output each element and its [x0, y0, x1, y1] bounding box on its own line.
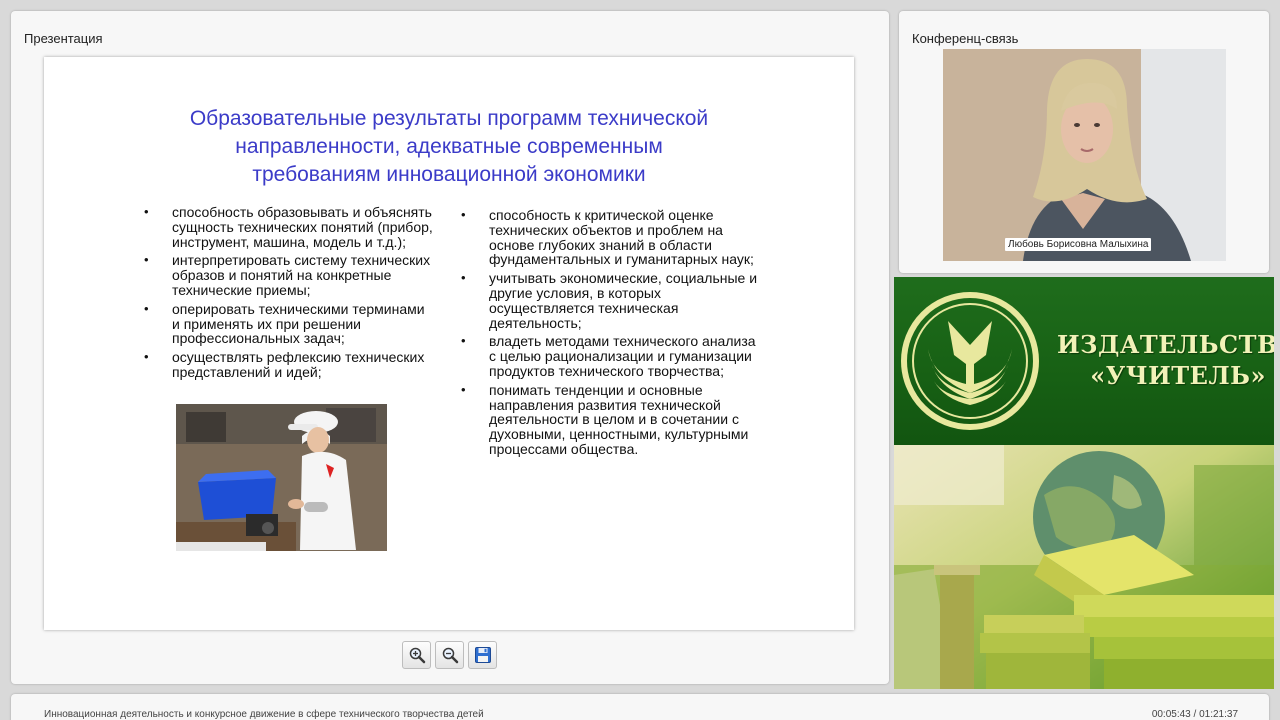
bullet-item: владеть методами технического анализа с …: [461, 334, 761, 379]
save-button[interactable]: [468, 641, 497, 669]
bullet-item: интерпретировать систему технических обр…: [144, 253, 434, 298]
speaker-name-label: Любовь Борисовна Малыхина: [1005, 238, 1152, 251]
slide: Образовательные результаты программ техн…: [44, 57, 854, 630]
presentation-panel-title: Презентация: [24, 31, 103, 46]
slide-title-line: требованиям инновационной экономики: [252, 163, 646, 186]
slide-title-line: направленности, адекватные современным: [235, 135, 663, 158]
bullet-item: учитывать экономические, социальные и др…: [461, 271, 761, 330]
publisher-header: ИЗДАТЕЛЬСТВО «УЧИТЕЛЬ»: [894, 277, 1274, 445]
bullet-item: осуществлять рефлексию технических предс…: [144, 350, 434, 380]
floppy-disk-icon: [474, 647, 491, 663]
conference-panel: Конференц-связь Любовь Борисовна Малыхин…: [899, 11, 1269, 273]
publisher-books-image: [894, 445, 1274, 689]
slide-right-bullets: способность к критической оценке техниче…: [461, 208, 761, 461]
slide-photo-student-robotics: [176, 404, 387, 551]
bullet-item: оперировать техническими терминами и при…: [144, 301, 434, 346]
publisher-name-line2: «УЧИТЕЛЬ»: [1090, 361, 1266, 390]
presentation-toolbar: [402, 641, 497, 669]
zoom-out-button[interactable]: [435, 641, 464, 669]
publisher-name-line1: ИЗДАТЕЛЬСТВО: [1057, 330, 1274, 359]
zoom-in-button[interactable]: [402, 641, 431, 669]
publisher-banner: ИЗДАТЕЛЬСТВО «УЧИТЕЛЬ»: [894, 277, 1274, 689]
publisher-name: ИЗДАТЕЛЬСТВО «УЧИТЕЛЬ»: [1057, 329, 1274, 391]
zoom-out-icon: [442, 647, 458, 664]
bullet-item: способность к критической оценке техниче…: [461, 208, 761, 267]
playback-time: 00:05:43 / 01:21:37: [1151, 709, 1238, 720]
publisher-logo-icon: [901, 292, 1039, 430]
bullet-item: способность образовывать и объяснять сущ…: [144, 205, 434, 250]
player-status-bar: Инновационная деятельность и конкурсное …: [11, 694, 1269, 720]
conference-panel-title: Конференц-связь: [912, 31, 1019, 46]
presentation-panel: Презентация Образовательные результаты п…: [11, 11, 889, 684]
slide-left-bullets: способность образовывать и объяснять сущ…: [144, 205, 434, 384]
bullet-item: понимать тенденции и основные направлени…: [461, 382, 761, 457]
course-title: Инновационная деятельность и конкурсное …: [44, 709, 484, 720]
slide-title-line: Образовательные результаты программ техн…: [189, 107, 709, 130]
slide-title: Образовательные результаты программ техн…: [44, 105, 854, 189]
speaker-video: Любовь Борисовна Малыхина: [943, 49, 1226, 261]
zoom-in-icon: [409, 647, 425, 664]
